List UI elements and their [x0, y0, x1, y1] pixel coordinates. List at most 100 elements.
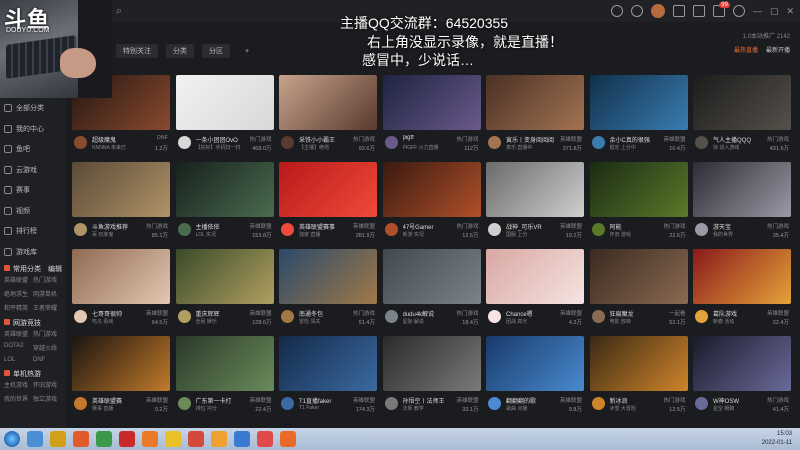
- stream-card[interactable]: 狂扁魔龙 一起看 电影 放映 52.1万: [589, 249, 688, 333]
- sidebar-item[interactable]: 鱼吧: [0, 139, 66, 160]
- streamer-avatar[interactable]: [591, 136, 605, 149]
- follow-icon[interactable]: [630, 5, 643, 17]
- stream-card[interactable]: W神OSW 热门游戏 星空 畅聊 41.4万: [693, 336, 791, 420]
- stream-category[interactable]: 英雄联盟: [353, 396, 375, 404]
- stream-card[interactable]: 孙悟空丨法师王 英雄联盟 法师 教学 33.1万: [382, 336, 481, 420]
- streamer-name[interactable]: pigff: [403, 135, 414, 141]
- history-icon[interactable]: [610, 5, 623, 17]
- stream-thumbnail[interactable]: [175, 249, 274, 304]
- streamer-name[interactable]: 英雄联盟赛: [92, 396, 122, 405]
- taskbar-app-icon[interactable]: [257, 431, 273, 447]
- sidebar-subcategory[interactable]: 绝地求生: [4, 289, 33, 298]
- stream-category[interactable]: 热门游戏: [456, 309, 478, 317]
- stream-card[interactable]: 游天宝 热门游戏 我的世界 35.4万: [693, 162, 791, 246]
- stream-card[interactable]: T1直播faker 英雄联盟 T1 Faker 174.3万: [279, 336, 377, 420]
- stream-thumbnail[interactable]: [693, 249, 791, 304]
- streamer-avatar[interactable]: [488, 136, 501, 149]
- stream-card[interactable]: 英雄联盟赛事 英雄联盟 独家 直播 281.9万: [279, 162, 377, 246]
- streamer-avatar[interactable]: [74, 397, 87, 410]
- streamer-name[interactable]: 气人主播QQQ: [713, 135, 751, 144]
- sidebar-item[interactable]: 全部分类: [0, 98, 66, 119]
- streamer-avatar[interactable]: [281, 223, 294, 236]
- stream-category[interactable]: 英雄联盟: [353, 222, 375, 230]
- taskbar-app-icon[interactable]: [165, 431, 181, 447]
- streamer-name[interactable]: 游天宝: [713, 222, 731, 231]
- streamer-name[interactable]: 狂扁魔龙: [610, 309, 634, 318]
- taskbar-app-icon[interactable]: [188, 431, 204, 447]
- stream-card[interactable]: 新冰浪 热门游戏 冰雪 大冒险 12.5万: [589, 336, 688, 420]
- streamer-name[interactable]: 孙悟空丨法师王: [403, 396, 445, 405]
- stream-card[interactable]: 阿能 热门游戏 怀旧 游戏 22.6万: [589, 162, 688, 246]
- sidebar-subcategory[interactable]: 主机游戏: [4, 380, 33, 389]
- stream-thumbnail[interactable]: [279, 75, 377, 130]
- stream-thumbnail[interactable]: [589, 75, 688, 130]
- stream-thumbnail[interactable]: [279, 336, 377, 391]
- streamer-avatar[interactable]: [281, 397, 294, 410]
- message-icon[interactable]: 99: [712, 2, 730, 17]
- stream-thumbnail[interactable]: [589, 336, 688, 391]
- streamer-avatar[interactable]: [177, 136, 191, 149]
- stream-card[interactable]: Chance嗯 英雄联盟 团战 高光 4.3万: [486, 249, 584, 333]
- stream-category[interactable]: 英雄联盟: [249, 309, 271, 317]
- streamer-name[interactable]: 寅乐丨变身阅阅阅: [506, 135, 554, 144]
- stream-thumbnail[interactable]: [279, 162, 377, 217]
- stream-category[interactable]: DNF: [157, 135, 168, 141]
- settings-icon[interactable]: [732, 5, 745, 17]
- stream-category[interactable]: 热门游戏: [663, 222, 685, 230]
- streamer-avatar[interactable]: [384, 397, 398, 410]
- streamer-name[interactable]: 战神_可乐VR: [506, 222, 542, 231]
- streamer-name[interactable]: Chance嗯: [506, 309, 533, 318]
- streamer-avatar[interactable]: [591, 397, 605, 410]
- streamer-avatar[interactable]: [74, 223, 87, 236]
- stream-category[interactable]: 英雄联盟: [663, 135, 685, 143]
- stream-category[interactable]: 英雄联盟: [146, 396, 168, 404]
- sidebar-subcategory[interactable]: 网游单机: [33, 289, 62, 298]
- streamer-avatar[interactable]: [695, 223, 708, 236]
- stream-card[interactable]: 一条小团团OvO 热门游戏 【好好】手机扫一扫 468.0万: [175, 75, 274, 159]
- sidebar-item[interactable]: 云游戏: [0, 160, 66, 181]
- stream-card[interactable]: 重庆辉辉 英雄联盟 全民 娱乐 128.6万: [175, 249, 274, 333]
- streamer-name[interactable]: 主播依依: [196, 222, 220, 231]
- stream-category[interactable]: 热门游戏: [663, 396, 685, 404]
- stream-thumbnail[interactable]: [382, 336, 481, 391]
- stream-category[interactable]: 热门游戏: [249, 135, 271, 143]
- sidebar-subcategory[interactable]: 独立游戏: [33, 394, 62, 403]
- stream-category[interactable]: 英雄联盟: [560, 222, 582, 230]
- streamer-avatar[interactable]: [488, 310, 501, 323]
- stream-category[interactable]: 英雄联盟: [560, 309, 582, 317]
- filter-follow[interactable]: 特别关注: [116, 44, 158, 58]
- taskbar-app-icon[interactable]: [50, 431, 66, 447]
- task-icon[interactable]: [672, 5, 685, 17]
- streamer-avatar[interactable]: [591, 310, 605, 323]
- stream-category[interactable]: 热门游戏: [767, 396, 789, 404]
- sidebar-subcategory[interactable]: 英雄联盟: [4, 275, 33, 284]
- streamer-avatar[interactable]: [695, 136, 708, 149]
- sidebar-section-header[interactable]: 单机热游: [0, 367, 66, 380]
- streamer-avatar[interactable]: [488, 223, 501, 236]
- stream-card[interactable]: 气人主播QQQ 热门游戏快 进入游戏 431.6万: [693, 75, 791, 159]
- sidebar-subcategory[interactable]: 我的世界: [4, 394, 33, 403]
- stream-card[interactable]: 余小C真的很强 英雄联盟 稳定 上分中 10.4万: [589, 75, 688, 159]
- stream-thumbnail[interactable]: [693, 162, 791, 217]
- sidebar-section-header[interactable]: 常用分类 编辑: [0, 262, 66, 275]
- stream-category[interactable]: 英雄联盟: [249, 222, 271, 230]
- taskbar-app-icon[interactable]: [73, 431, 89, 447]
- sidebar-item[interactable]: 排行榜: [0, 221, 66, 242]
- streamer-avatar[interactable]: [591, 223, 605, 236]
- stream-card[interactable]: 葛队游戏 英雄联盟 新春 活动 22.4万: [693, 249, 791, 333]
- stream-thumbnail[interactable]: [175, 336, 274, 391]
- stream-thumbnail[interactable]: [486, 249, 584, 304]
- user-avatar[interactable]: [650, 4, 665, 18]
- taskbar-app-icon[interactable]: [96, 431, 112, 447]
- streamer-avatar[interactable]: [177, 397, 191, 410]
- stream-thumbnail[interactable]: [486, 336, 584, 391]
- streamer-avatar[interactable]: [281, 136, 294, 149]
- stream-card[interactable]: pigff 热门游戏 PIGFF 火力直播 112万: [382, 75, 481, 159]
- stream-card[interactable]: 斗鱼游戏推荐 热门游戏百 玩家鬼 85.1万: [72, 162, 170, 246]
- stream-category[interactable]: 英雄联盟: [456, 396, 478, 404]
- taskbar-app-icon[interactable]: [27, 431, 43, 447]
- streamer-name[interactable]: 采铁小小霸王: [299, 135, 335, 144]
- close-icon[interactable]: ✕: [786, 6, 794, 17]
- streamer-name[interactable]: T1直播faker: [299, 396, 331, 405]
- filter-zone[interactable]: 分区: [202, 44, 230, 58]
